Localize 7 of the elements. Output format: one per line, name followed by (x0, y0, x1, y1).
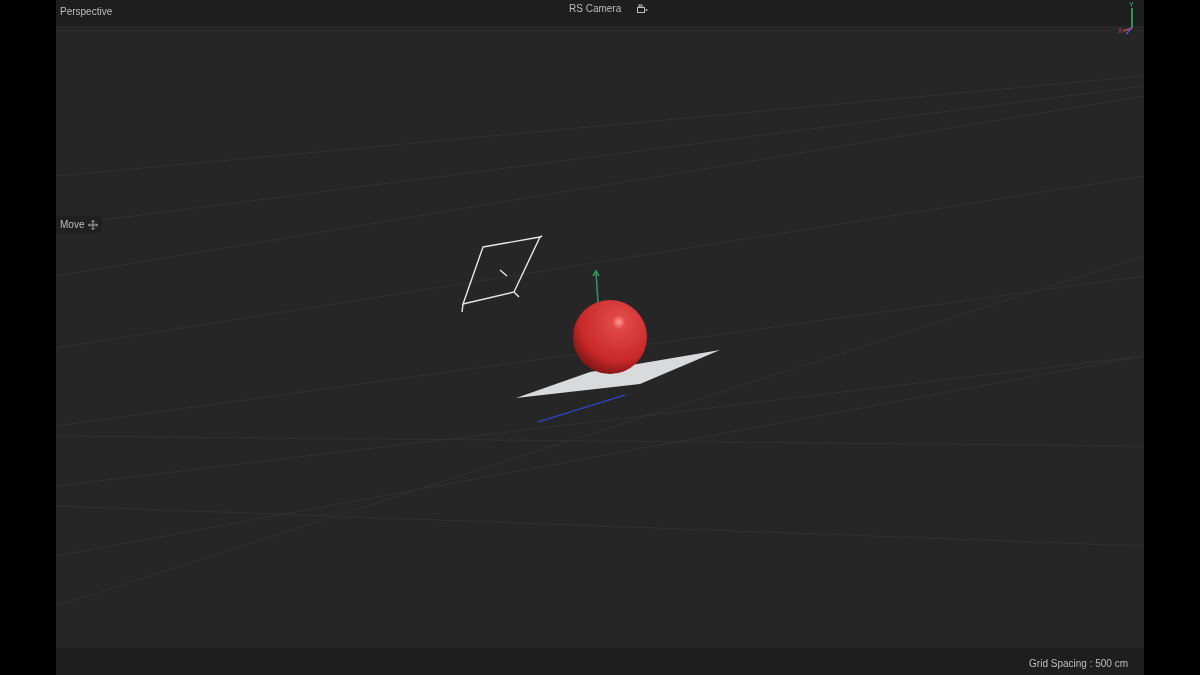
y-axis-arrow (592, 269, 600, 303)
move-icon (88, 219, 99, 230)
camera-icon[interactable] (637, 4, 649, 13)
camera-name[interactable]: RS Camera (569, 1, 622, 16)
view-name[interactable]: Perspective (60, 4, 113, 19)
grid-spacing-label: Grid Spacing : 500 cm (1029, 657, 1128, 671)
tool-label: Move (60, 218, 85, 232)
